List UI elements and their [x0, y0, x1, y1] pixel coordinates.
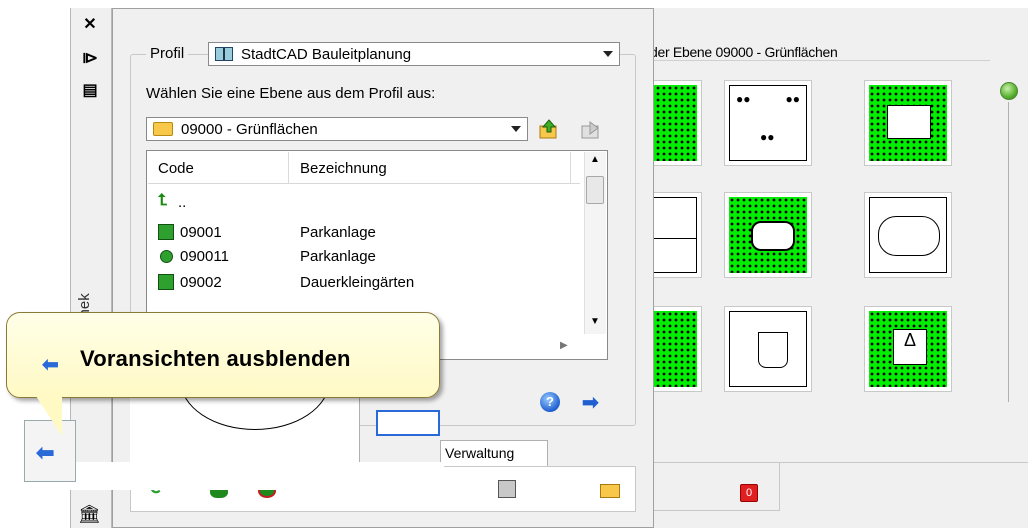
preview-tile[interactable]: Δ [864, 306, 952, 392]
scroll-down-icon[interactable]: ▼ [590, 316, 600, 327]
list-item-code[interactable]: 09001 [180, 224, 222, 241]
profile-label: Profil [146, 45, 189, 62]
open-folder-icon[interactable] [600, 484, 620, 498]
symbol-thumbnail[interactable] [376, 410, 440, 436]
tooltip-tail [36, 396, 62, 436]
column-separator[interactable] [570, 152, 571, 184]
tab-verwaltung[interactable]: Verwaltung [440, 440, 548, 466]
arrow-right-icon[interactable]: ➡ [582, 390, 599, 415]
list-item-bezeichnung[interactable]: Dauerkleingärten [300, 274, 414, 291]
scrollbar-thumb[interactable] [586, 176, 604, 204]
layer-value: 09000 - Grünflächen [181, 120, 318, 138]
up-arrow-icon: ⮤ [158, 192, 168, 209]
tooltip-text: Voransichten ausblenden [80, 346, 351, 371]
list-item-code[interactable]: 09002 [180, 274, 222, 291]
column-header-code[interactable]: Code [158, 160, 194, 177]
green-square-icon [158, 224, 174, 240]
column-separator[interactable] [288, 152, 289, 184]
preview-tile[interactable] [864, 192, 952, 278]
list-item-up[interactable]: .. [178, 194, 186, 211]
arrow-left-icon[interactable]: ⬅ [36, 440, 54, 466]
layer-instruction: Wählen Sie eine Ebene aus dem Profil aus… [146, 85, 436, 102]
preview-tile[interactable] [724, 192, 812, 278]
chevron-down-icon [603, 51, 613, 57]
delete-icon[interactable]: 0 [740, 484, 758, 502]
zoom-slider-track[interactable] [1008, 102, 1009, 402]
list-item-bezeichnung[interactable]: Parkanlage [300, 224, 376, 241]
profile-dropdown[interactable]: StadtCAD Bauleitplanung [208, 42, 620, 66]
arrow-left-icon: ⬅ [42, 354, 59, 376]
list-item-code[interactable]: 090011 [180, 248, 229, 265]
preview-tile[interactable] [724, 306, 812, 392]
green-square-icon [158, 274, 174, 290]
book-icon [215, 47, 233, 61]
chevron-down-icon [511, 126, 521, 132]
folder-up-icon[interactable] [538, 118, 560, 140]
properties-icon[interactable]: ▤ [80, 80, 100, 100]
folder-icon [153, 122, 173, 136]
autohide-icon[interactable]: ⧐ [80, 48, 100, 68]
layer-dropdown[interactable]: 09000 - Grünflächen [146, 117, 528, 141]
preview-tile[interactable] [864, 80, 952, 166]
column-header-bezeichnung[interactable]: Bezeichnung [300, 160, 387, 177]
folder-forward-icon [581, 121, 599, 139]
zoom-slider-knob[interactable] [1000, 82, 1018, 100]
preview-header: der Ebene 09000 - Grünflächen [650, 44, 838, 60]
library-icon[interactable]: 🏛 [78, 504, 101, 525]
scroll-up-icon[interactable]: ▲ [590, 154, 600, 165]
preview-header-divider [650, 60, 990, 61]
help-icon[interactable]: ? [540, 392, 560, 412]
profile-value: StadtCAD Bauleitplanung [241, 45, 412, 63]
preview-tile[interactable]: ●● ●● ●● [724, 80, 812, 166]
list-item-bezeichnung[interactable]: Parkanlage [300, 248, 376, 265]
green-circle-icon [160, 250, 173, 263]
scroll-right-icon[interactable]: ▶ [560, 340, 568, 351]
database-icon[interactable] [498, 480, 516, 498]
close-icon[interactable]: ✕ [80, 14, 100, 34]
